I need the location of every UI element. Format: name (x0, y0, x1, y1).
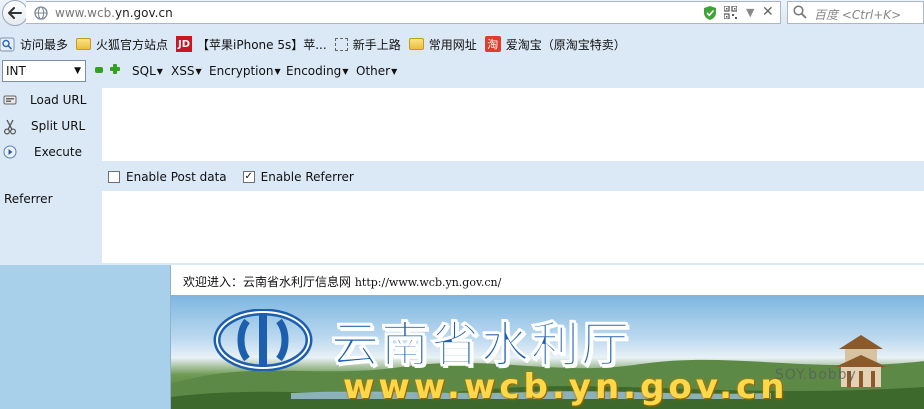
folder-icon (76, 38, 92, 50)
menu-sql[interactable]: SQL▼ (132, 64, 163, 78)
execute-button[interactable]: Execute (0, 142, 100, 164)
site-banner: 云南省水利厅 www.wcb.yn.gov.cn SOY.bobby (171, 295, 924, 409)
folder-icon (408, 38, 424, 50)
load-url-icon (3, 93, 17, 110)
welcome-text: 欢迎进入：云南省水利厅信息网 http://www.wcb.yn.gov.cn/ (183, 273, 501, 290)
navigation-bar: www.wcb.yn.gov.cn ▼ ✕ 百度 <Ctrl+K> (0, 0, 924, 26)
load-url-label: Load URL (30, 93, 87, 107)
split-url-label: Split URL (31, 119, 86, 133)
menu-label: SQL (132, 64, 156, 78)
hackbar-url-textarea[interactable] (102, 88, 924, 161)
jd-icon: JD (176, 36, 193, 52)
dropdown-arrow-icon: ▼ (195, 67, 202, 76)
dropdown-arrow-icon: ▼ (391, 67, 398, 76)
welcome-prefix: 欢迎进入：云南省水利厅信息网 (183, 275, 352, 289)
bookmarks-bar: 访问最多 火狐官方站点 JD 【苹果iPhone 5s】苹... 新手上路 常用… (0, 32, 924, 56)
dropdown-arrow-icon: ▼ (274, 67, 281, 76)
hackbar-toolbar: INT ▼ SQL▼ XSS▼ Encryption▼ Encoding▼ Ot… (0, 58, 924, 85)
page-content: 欢迎进入：云南省水利厅信息网 http://www.wcb.yn.gov.cn/… (170, 265, 924, 409)
chevron-down-icon: ▼ (74, 66, 81, 76)
menu-encryption[interactable]: Encryption▼ (209, 64, 281, 78)
qr-code-icon[interactable] (723, 5, 738, 22)
url-text[interactable]: www.wcb.yn.gov.cn (55, 6, 173, 20)
referrer-label: Referrer (4, 192, 53, 206)
int-select[interactable]: INT ▼ (2, 60, 86, 82)
dropdown-arrow-icon: ▼ (342, 67, 349, 76)
url-prefix: www.wcb. (55, 6, 115, 20)
search-placeholder: 百度 <Ctrl+K> (814, 8, 902, 22)
menu-label: Other (356, 64, 391, 78)
bookmark-label: 爱淘宝（原淘宝特卖） (505, 37, 626, 52)
play-icon (3, 145, 17, 162)
bookmark-label: 访问最多 (20, 37, 69, 52)
bookmark-ai-taobao[interactable]: 淘 爱淘宝（原淘宝特卖） (484, 33, 626, 55)
enable-post-label[interactable]: Enable Post data (126, 170, 227, 184)
enable-post-checkbox[interactable] (108, 171, 120, 183)
enable-referrer-checkbox[interactable]: ✓ (242, 171, 255, 183)
increment-icon[interactable] (110, 64, 120, 74)
banner-title: 云南省水利厅 (330, 317, 632, 374)
bookmark-most-visited[interactable]: 访问最多 (0, 33, 68, 55)
taobao-icon: 淘 (484, 36, 501, 52)
bookmark-firefox-sites[interactable]: 火狐官方站点 (76, 33, 168, 55)
load-url-button[interactable]: Load URL (0, 90, 100, 112)
url-bar[interactable]: www.wcb.yn.gov.cn ▼ ✕ (26, 1, 781, 24)
search-bar[interactable]: 百度 <Ctrl+K> (787, 1, 924, 24)
clear-url-icon[interactable]: ✕ (762, 4, 774, 20)
menu-label: Encryption (209, 64, 274, 78)
banner-watermark: SOY.bobby (775, 367, 857, 383)
banner-url: www.wcb.yn.gov.cn (343, 367, 789, 407)
back-arrow-icon (8, 7, 22, 19)
back-button[interactable] (2, 0, 28, 26)
referrer-textarea[interactable] (102, 191, 924, 263)
bookmark-jd-iphone[interactable]: JD 【苹果iPhone 5s】苹... (176, 33, 327, 55)
history-dropdown-icon[interactable]: ▼ (746, 6, 754, 19)
menu-xss[interactable]: XSS▼ (171, 64, 202, 78)
dashed-page-icon (334, 37, 348, 51)
bookmark-label: 新手上路 (352, 37, 401, 52)
menu-label: Encoding (286, 64, 342, 78)
bookmark-label: 火狐官方站点 (96, 37, 169, 52)
bookmark-label: 【苹果iPhone 5s】苹... (197, 37, 327, 52)
int-select-value: INT (6, 64, 26, 78)
split-url-button[interactable]: Split URL (0, 116, 100, 138)
welcome-url-link[interactable]: http://www.wcb.yn.gov.cn/ (355, 276, 501, 289)
hackbar-options-row: Enable Post data ✓ Enable Referrer (108, 168, 370, 186)
execute-label: Execute (34, 145, 82, 159)
bookmark-label: 常用网址 (428, 37, 477, 52)
scissors-icon (3, 119, 17, 138)
shield-icon[interactable] (703, 5, 717, 24)
menu-label: XSS (171, 64, 195, 78)
water-bureau-logo-icon (213, 308, 313, 374)
bookmark-getting-started[interactable]: 新手上路 (334, 33, 401, 55)
dropdown-arrow-icon: ▼ (156, 67, 163, 76)
globe-icon (34, 6, 48, 23)
menu-other[interactable]: Other▼ (356, 64, 397, 78)
enable-referrer-label[interactable]: Enable Referrer (261, 170, 354, 184)
decrement-icon[interactable] (95, 67, 103, 73)
bookmark-common-sites[interactable]: 常用网址 (408, 33, 477, 55)
magnifier-icon (0, 37, 15, 52)
search-icon (793, 5, 807, 22)
url-domain: yn.gov.cn (115, 6, 173, 20)
menu-encoding[interactable]: Encoding▼ (286, 64, 348, 78)
